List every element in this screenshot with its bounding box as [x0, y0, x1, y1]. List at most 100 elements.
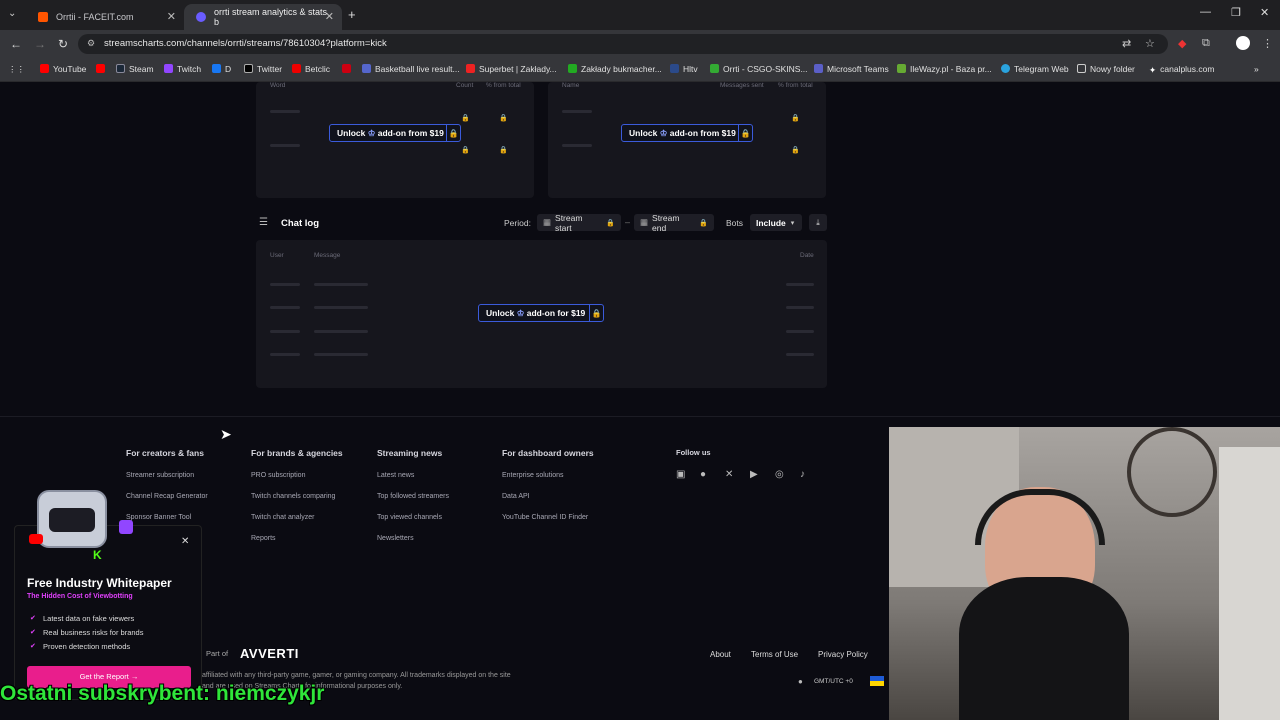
chatters-table-card: Name Messages sent % from total 🔒 🔒 Unlo…: [548, 82, 826, 198]
extension-icon[interactable]: ◆: [1178, 37, 1186, 50]
youtube-icon[interactable]: ▶: [750, 469, 758, 480]
footer-link[interactable]: Twitch channels comparing: [251, 493, 343, 500]
back-icon[interactable]: ←: [10, 37, 22, 51]
bookmark-twitter[interactable]: Twitter: [244, 64, 282, 74]
restore-icon[interactable]: ❐: [1231, 6, 1241, 19]
bookmarks-overflow-icon[interactable]: »: [1254, 64, 1259, 74]
unlock-label: Unlock: [629, 128, 658, 138]
webcam-feed: [889, 427, 1280, 720]
unlock-addon-button[interactable]: Unlock ♔ add-on from $19 🔒: [621, 124, 753, 142]
avverti-logo[interactable]: AVVERTI: [240, 646, 299, 661]
bookmark-teams[interactable]: Microsoft Teams: [814, 64, 889, 74]
lock-icon: 🔒: [791, 147, 800, 154]
reload-icon[interactable]: ↻: [58, 37, 68, 51]
bookmark-twitch[interactable]: Twitch: [164, 64, 201, 74]
tab-streamscharts[interactable]: orrti stream analytics & stats b ✕: [184, 4, 342, 30]
translate-icon[interactable]: ⇄: [1122, 37, 1131, 50]
instagram-icon[interactable]: ◎: [775, 469, 784, 480]
site-info-icon[interactable]: ⚙: [87, 38, 95, 49]
column-header: Messages sent: [720, 82, 764, 89]
new-tab-icon[interactable]: +: [348, 7, 356, 22]
footer-col-creators: For creators & fans Streamer subscriptio…: [126, 448, 208, 535]
footer-link[interactable]: Newsletters: [377, 535, 449, 542]
footer-link[interactable]: Top viewed channels: [377, 514, 449, 521]
bookmark-star-icon[interactable]: ☆: [1145, 37, 1155, 50]
url-bar[interactable]: ⚙ streamscharts.com/channels/orrti/strea…: [78, 34, 1168, 54]
close-tab-icon[interactable]: ✕: [167, 10, 176, 23]
apps-grid-icon[interactable]: ⋮⋮: [8, 64, 25, 75]
footer-link[interactable]: Channel Recap Generator: [126, 493, 208, 500]
placeholder-bar: [786, 283, 814, 286]
footer-link[interactable]: PRO subscription: [251, 472, 343, 479]
menu-kebab-icon[interactable]: ⋮: [1262, 37, 1273, 50]
footer-link[interactable]: Enterprise solutions: [502, 472, 594, 479]
download-button[interactable]: ⤓: [809, 214, 827, 231]
bookmark-folder[interactable]: Nowy folder: [1077, 64, 1135, 74]
bookmark-steam[interactable]: Steam: [116, 64, 154, 74]
twitch-badge-icon: [119, 520, 133, 534]
footer-link[interactable]: Sponsor Banner Tool: [126, 514, 208, 521]
bookmark-youtube[interactable]: YouTube: [40, 64, 86, 74]
bookmark-basketball[interactable]: Basketball live result...: [362, 64, 460, 74]
x-twitter-icon[interactable]: ✕: [725, 469, 733, 480]
column-header-message: Message: [314, 252, 341, 259]
lock-icon: 🔒: [499, 115, 508, 122]
crown-icon: ♔: [367, 127, 376, 138]
column-header: Word: [270, 82, 286, 89]
bookmark-canalplus[interactable]: ✦ canalplus.com: [1149, 64, 1214, 75]
bookmark-telegram[interactable]: Telegram Web: [1001, 64, 1069, 74]
bookmark-red-icon[interactable]: [342, 64, 355, 74]
footer-link[interactable]: Streamer subscription: [126, 472, 208, 479]
stream-end-selector[interactable]: ▦ Stream end 🔒: [634, 213, 714, 233]
footer-link[interactable]: YouTube Channel ID Finder: [502, 514, 594, 521]
promo-bullet: Real business risks for brands: [43, 628, 144, 637]
bookmark-betclic[interactable]: Betclic: [292, 64, 330, 74]
column-header: Count: [456, 82, 474, 89]
about-link[interactable]: About: [710, 650, 731, 659]
lock-icon: 🔒: [699, 219, 708, 227]
timezone-selector[interactable]: GMT/UTC +0: [814, 678, 853, 685]
tiktok-icon[interactable]: ♪: [800, 469, 805, 480]
cta-label: Get the Report: [79, 672, 129, 681]
url-text[interactable]: streamscharts.com/channels/orrti/streams…: [104, 38, 387, 49]
placeholder-bar: [786, 306, 814, 309]
tab-faceit[interactable]: Orrtii - FACEIT.com ✕: [26, 4, 184, 30]
facebook-icon[interactable]: ●: [700, 469, 706, 480]
lock-icon: 🔒: [589, 305, 603, 321]
profile-avatar-icon[interactable]: [1236, 36, 1250, 50]
bookmark-ilewazy[interactable]: IleWazy.pl - Baza pr...: [897, 64, 992, 74]
minimize-icon[interactable]: —: [1200, 6, 1211, 18]
last-subscriber-overlay: Ostatni subskrybent: niemczykjr: [0, 682, 325, 705]
bookmark-zaklady[interactable]: Zakłady bukmacher...: [568, 64, 662, 74]
unlock-addon-button[interactable]: Unlock ♔ add-on from $19 🔒: [329, 124, 461, 142]
footer-link[interactable]: Reports: [251, 535, 343, 542]
range-dash: –: [625, 217, 631, 227]
close-promo-icon[interactable]: ✕: [181, 536, 189, 547]
column-header: Name: [562, 82, 580, 89]
linkedin-icon[interactable]: ▣: [676, 469, 685, 480]
footer-link[interactable]: Data API: [502, 493, 594, 500]
unlock-chatlog-button[interactable]: Unlock ♔ add-on for $19 🔒: [478, 304, 604, 322]
extensions-puzzle-icon[interactable]: ⧉: [1202, 37, 1210, 50]
footer-link[interactable]: Top followed streamers: [377, 493, 449, 500]
bookmark-superbet[interactable]: Superbet | Zakłady...: [466, 64, 557, 74]
tab-search-icon[interactable]: ⌄: [8, 8, 16, 19]
forward-icon[interactable]: →: [34, 37, 46, 51]
bookmark-youtube-icon-only[interactable]: [96, 64, 109, 74]
terms-link[interactable]: Terms of Use: [751, 650, 798, 659]
bookmarks-bar: ⋮⋮ YouTube Steam Twitch D Twitter Betcli…: [0, 58, 1280, 82]
bookmark-d[interactable]: D: [212, 64, 231, 74]
footer-link[interactable]: Latest news: [377, 472, 449, 479]
privacy-link[interactable]: Privacy Policy: [818, 650, 868, 659]
stream-start-selector[interactable]: ▦ Stream start 🔒: [537, 213, 621, 233]
column-header-user: User: [270, 252, 284, 259]
footer-link[interactable]: Twitch chat analyzer: [251, 514, 343, 521]
part-of-label: Part of: [206, 649, 229, 658]
close-tab-icon[interactable]: ✕: [325, 10, 334, 23]
close-window-icon[interactable]: ✕: [1260, 6, 1269, 19]
follow-us-heading: Follow us: [676, 448, 711, 457]
bookmark-csgo-skins[interactable]: Orrti - CSGO-SKINS...: [710, 64, 808, 74]
bots-dropdown[interactable]: Include ▾: [750, 214, 802, 231]
wall-cabinet: [1219, 447, 1280, 720]
bookmark-hltv[interactable]: Hltv: [670, 64, 698, 74]
